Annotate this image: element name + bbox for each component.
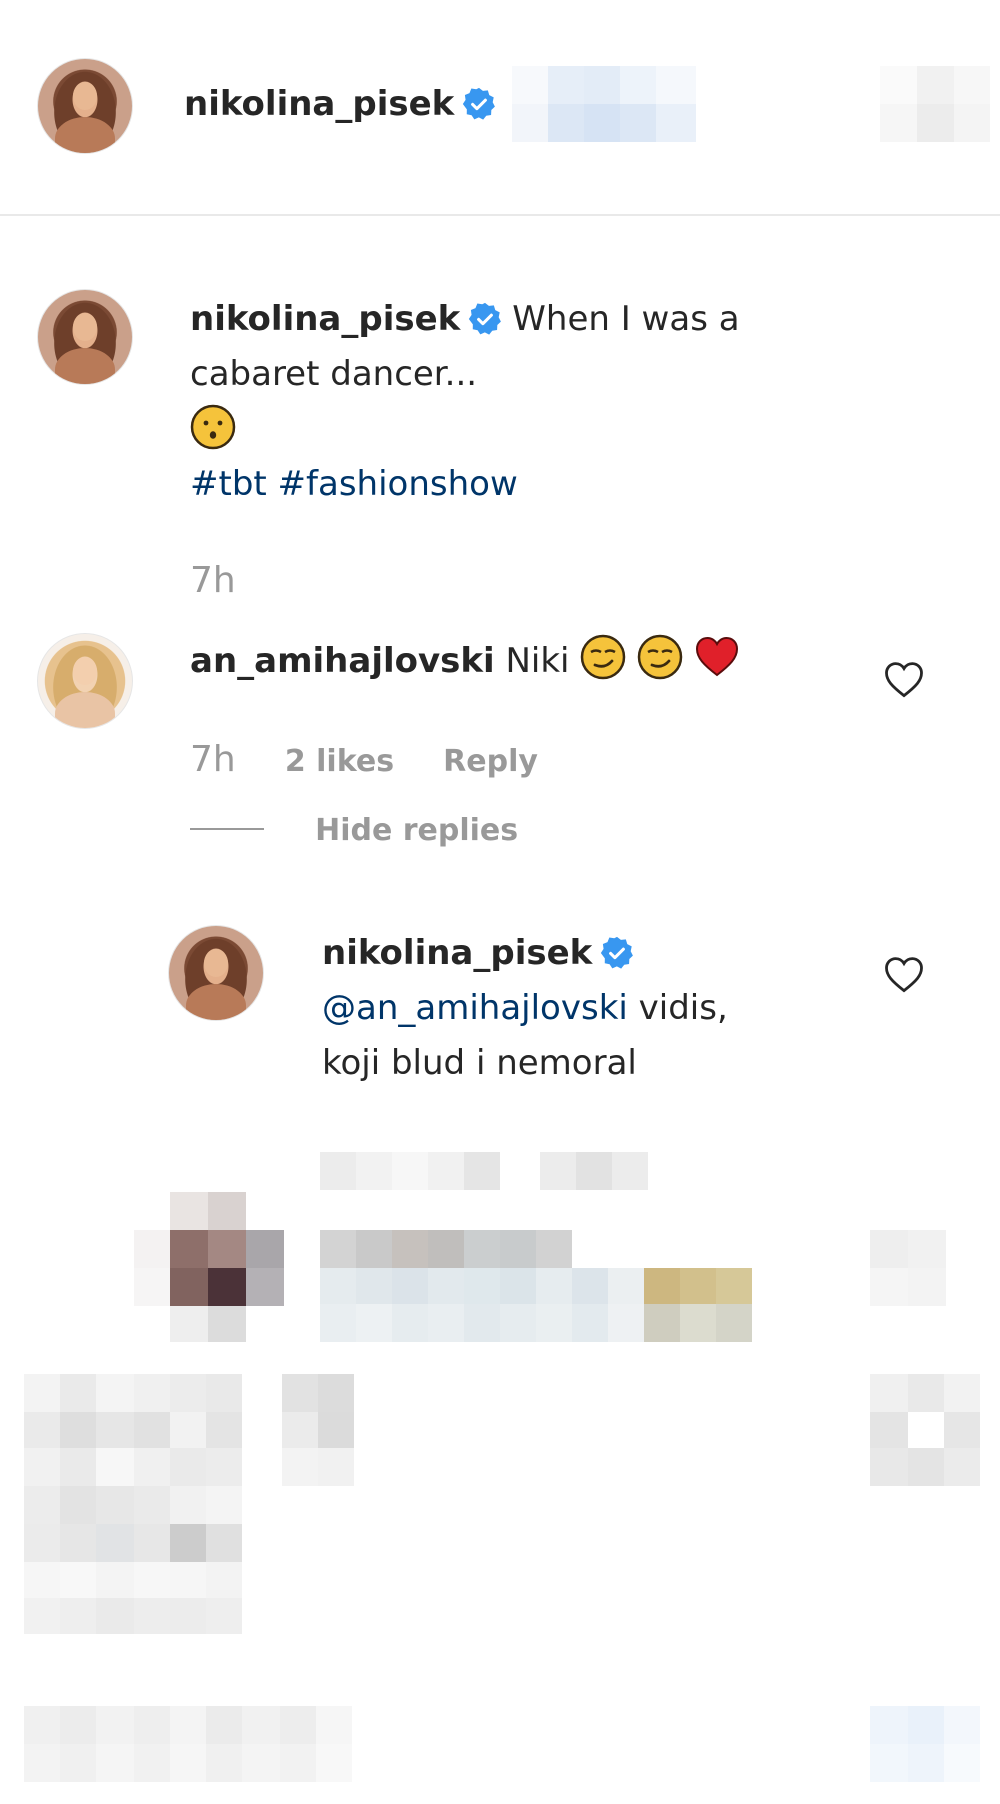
heart-outline-icon[interactable] — [883, 954, 925, 994]
blurred-reply-meta — [320, 1152, 650, 1192]
comment-line: an_amihajlovski Niki — [190, 634, 740, 689]
caption-text-line2: cabaret dancer... — [190, 354, 478, 394]
reply-body: nikolina_pisek @an_amihajlovski vidis, k… — [322, 926, 842, 1091]
hide-replies-row: Hide replies — [190, 813, 518, 848]
hide-replies-button[interactable]: Hide replies — [315, 813, 518, 848]
caption-body: nikolina_pisek When I was a cabaret dance… — [190, 292, 810, 512]
reply-text-line1: @an_amihajlovski vidis, — [322, 981, 842, 1036]
smirk-emoji — [637, 634, 683, 680]
heart-outline-icon[interactable] — [883, 659, 925, 699]
blurred-bottom-bar — [24, 1706, 984, 1782]
hide-replies-line — [190, 828, 264, 830]
caption-hashtags[interactable]: #tbt #fashionshow — [190, 457, 810, 512]
comment-text: Niki — [505, 641, 570, 681]
face-emoji — [190, 404, 236, 450]
header-divider — [0, 214, 1000, 216]
verified-badge-icon — [601, 936, 634, 969]
caption-time[interactable]: 7h — [190, 560, 236, 601]
header-username[interactable]: nikolina_pisek — [184, 84, 454, 124]
header-options-blurred — [880, 66, 990, 142]
smirk-emoji — [581, 634, 626, 680]
caption-username[interactable]: nikolina_pisek — [190, 299, 460, 339]
caption-avatar[interactable] — [37, 289, 133, 385]
comment-username[interactable]: an_amihajlovski — [190, 641, 495, 681]
reply-text-rest: vidis, — [627, 988, 728, 1028]
blurred-heart — [870, 1230, 946, 1306]
header-avatar[interactable] — [37, 58, 133, 154]
reply-avatar[interactable] — [168, 925, 264, 1021]
reply-mention[interactable]: @an_amihajlovski — [322, 988, 628, 1028]
comment-likes[interactable]: 2 likes — [285, 744, 394, 779]
caption-text-line1: When I was a — [512, 299, 740, 339]
header-username-row: nikolina_pisek — [184, 84, 506, 124]
comment-avatar[interactable] — [37, 633, 133, 729]
red-heart-emoji — [695, 636, 738, 677]
blurred-action-bar — [24, 1374, 984, 1634]
header-blurred-area — [512, 66, 696, 142]
blurred-avatar — [134, 1192, 284, 1342]
blurred-comment — [320, 1230, 760, 1342]
reply-username-row: nikolina_pisek — [322, 926, 842, 981]
comment-meta: 7h 2 likes Reply — [190, 739, 538, 780]
reply-button[interactable]: Reply — [443, 744, 538, 779]
caption-line1: nikolina_pisek When I was a — [190, 292, 810, 347]
reply-username[interactable]: nikolina_pisek — [322, 933, 592, 973]
verified-badge-icon — [469, 302, 502, 335]
reply-text-line2: koji blud i nemoral — [322, 1043, 637, 1083]
caption-emoji-row — [190, 402, 810, 457]
comment-time[interactable]: 7h — [190, 739, 236, 780]
verified-badge-icon — [463, 87, 496, 120]
